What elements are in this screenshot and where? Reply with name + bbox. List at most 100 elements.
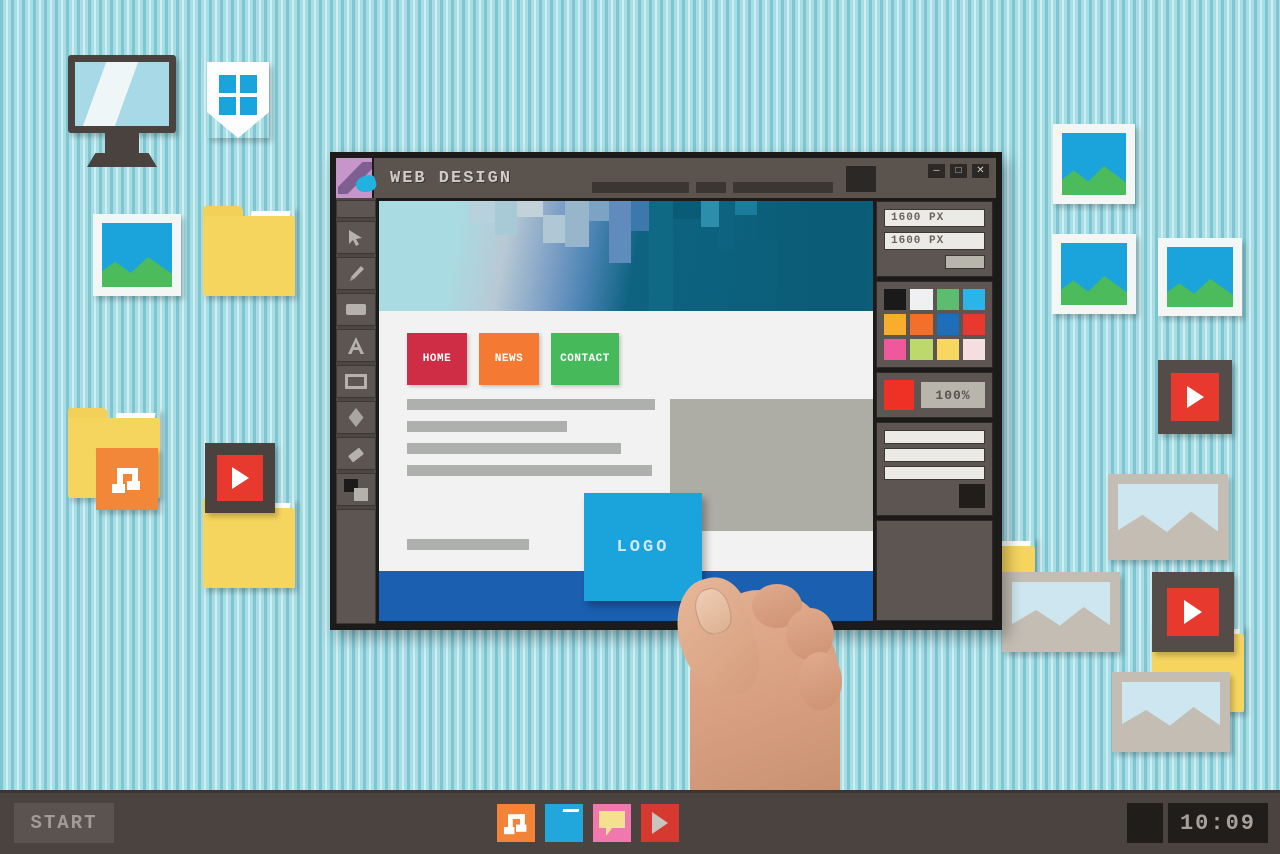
window-controls[interactable]: — □ ✕ bbox=[928, 164, 989, 178]
video-icon[interactable] bbox=[205, 443, 275, 513]
tray-pad[interactable] bbox=[1127, 803, 1163, 843]
taskbar-music-app[interactable] bbox=[497, 804, 535, 842]
photo-icon[interactable] bbox=[93, 214, 181, 296]
grey-photo-3[interactable] bbox=[1112, 672, 1230, 752]
opacity-group[interactable]: 100% bbox=[876, 372, 993, 418]
monitor-frame bbox=[68, 55, 176, 133]
brush-tool[interactable] bbox=[336, 257, 376, 290]
video-icon-3[interactable] bbox=[1152, 572, 1234, 652]
toolbar-empty-area bbox=[336, 509, 376, 624]
active-color-swatch[interactable] bbox=[884, 380, 914, 410]
cursor-tool[interactable] bbox=[336, 221, 376, 254]
layer-name-bar[interactable] bbox=[884, 448, 985, 462]
music-icon[interactable] bbox=[96, 448, 158, 510]
swatch-7[interactable] bbox=[936, 314, 959, 335]
titlebar-toolbar-slots[interactable] bbox=[592, 182, 833, 193]
photo-thumbnail bbox=[102, 223, 172, 287]
shield-shape bbox=[207, 62, 269, 138]
swatch-5[interactable] bbox=[884, 314, 907, 335]
grey-photo-2[interactable] bbox=[1002, 572, 1120, 652]
text-line bbox=[407, 465, 652, 476]
photo-icon-3[interactable] bbox=[1052, 234, 1136, 314]
photo-icon-2[interactable] bbox=[1053, 124, 1135, 204]
start-button[interactable]: START bbox=[14, 803, 114, 843]
swatch-8[interactable] bbox=[962, 314, 985, 335]
color-swatches[interactable] bbox=[884, 289, 985, 360]
fill-rect-tool[interactable] bbox=[336, 293, 376, 326]
system-tray[interactable]: 10:09 bbox=[1127, 803, 1268, 843]
text-line bbox=[407, 399, 655, 410]
eraser-tool[interactable] bbox=[336, 437, 376, 470]
title-bar[interactable]: WEB DESIGN — □ ✕ bbox=[336, 158, 996, 198]
right-panel[interactable]: 1600 PX 1600 PX 100% bbox=[354, 173, 996, 624]
apply-size-button[interactable] bbox=[945, 255, 985, 269]
nav-button-news[interactable]: NEWS bbox=[479, 333, 539, 385]
layer-name-bar[interactable] bbox=[884, 466, 985, 480]
swatch-6[interactable] bbox=[910, 314, 933, 335]
layer-row[interactable] bbox=[354, 173, 985, 462]
text-line bbox=[407, 539, 529, 550]
paintbrush-icon bbox=[350, 265, 364, 281]
color-palette-group[interactable] bbox=[876, 281, 993, 368]
chat-bubble-icon bbox=[599, 811, 625, 828]
video-icon-2[interactable] bbox=[1158, 360, 1232, 434]
hero-banner[interactable] bbox=[379, 201, 873, 311]
add-layer-button[interactable] bbox=[959, 484, 985, 508]
taskbar-apps[interactable] bbox=[497, 804, 679, 842]
folder-icon-1[interactable] bbox=[203, 206, 295, 296]
webpage-canvas[interactable]: HOME NEWS CONTACT LOGO bbox=[379, 201, 873, 621]
music-note-icon bbox=[504, 812, 527, 835]
grey-photo-thumbnail bbox=[1122, 682, 1220, 742]
filled-rectangle-icon bbox=[346, 304, 366, 315]
photo-thumbnail bbox=[1061, 243, 1127, 305]
text-a-icon bbox=[348, 337, 364, 354]
width-field[interactable]: 1600 PX bbox=[884, 209, 985, 227]
webpage-nav[interactable]: HOME NEWS CONTACT bbox=[379, 311, 873, 385]
monitor-icon[interactable] bbox=[68, 55, 176, 167]
nav-button-contact[interactable]: CONTACT bbox=[551, 333, 619, 385]
swatch-4[interactable] bbox=[962, 289, 985, 310]
shield-icon[interactable] bbox=[207, 62, 269, 138]
taskbar-video-app[interactable] bbox=[641, 804, 679, 842]
rect-outline-tool[interactable] bbox=[336, 365, 376, 398]
size-group[interactable]: 1600 PX 1600 PX bbox=[876, 201, 993, 277]
folder-front bbox=[203, 508, 295, 588]
layers-group[interactable] bbox=[354, 173, 993, 516]
swatch-3[interactable] bbox=[936, 289, 959, 310]
text-line bbox=[407, 443, 621, 454]
cursor-arrow-icon bbox=[349, 229, 362, 246]
grey-photo-thumbnail bbox=[1118, 484, 1218, 550]
app-window[interactable]: WEB DESIGN — □ ✕ HOME NEWS CONTACT LOGO … bbox=[330, 152, 1002, 630]
rectangle-outline-icon bbox=[345, 374, 367, 389]
maximize-button[interactable]: □ bbox=[950, 164, 967, 178]
layer-row[interactable] bbox=[354, 173, 985, 480]
swatch-9[interactable] bbox=[884, 339, 907, 360]
swatch-11[interactable] bbox=[936, 339, 959, 360]
color-picker-tool[interactable] bbox=[336, 473, 376, 506]
grey-photo-1[interactable] bbox=[1108, 474, 1228, 560]
layer-row[interactable] bbox=[354, 173, 985, 444]
height-field[interactable]: 1600 PX bbox=[884, 232, 985, 250]
text-tool[interactable] bbox=[336, 329, 376, 362]
monitor-neck bbox=[105, 133, 139, 153]
close-button[interactable]: ✕ bbox=[972, 164, 989, 178]
taskbar-chat-app[interactable] bbox=[593, 804, 631, 842]
shape-tool[interactable] bbox=[336, 401, 376, 434]
opacity-value[interactable]: 100% bbox=[921, 382, 985, 408]
titlebar-action-button[interactable] bbox=[846, 166, 876, 192]
left-toolbar[interactable] bbox=[336, 198, 376, 624]
monitor-base bbox=[87, 153, 157, 167]
taskbar-files-app[interactable] bbox=[545, 804, 583, 842]
minimize-button[interactable]: — bbox=[928, 164, 945, 178]
swatch-2[interactable] bbox=[910, 289, 933, 310]
taskbar[interactable]: START 10:09 bbox=[0, 790, 1280, 854]
swatch-10[interactable] bbox=[910, 339, 933, 360]
layer-name-bar[interactable] bbox=[884, 430, 985, 444]
tool-slot-top[interactable] bbox=[336, 200, 376, 218]
shield-window-grid bbox=[219, 75, 257, 115]
swatch-1[interactable] bbox=[884, 289, 907, 310]
swatch-12[interactable] bbox=[962, 339, 985, 360]
clock[interactable]: 10:09 bbox=[1168, 803, 1268, 843]
nav-button-home[interactable]: HOME bbox=[407, 333, 467, 385]
photo-icon-4[interactable] bbox=[1158, 238, 1242, 316]
